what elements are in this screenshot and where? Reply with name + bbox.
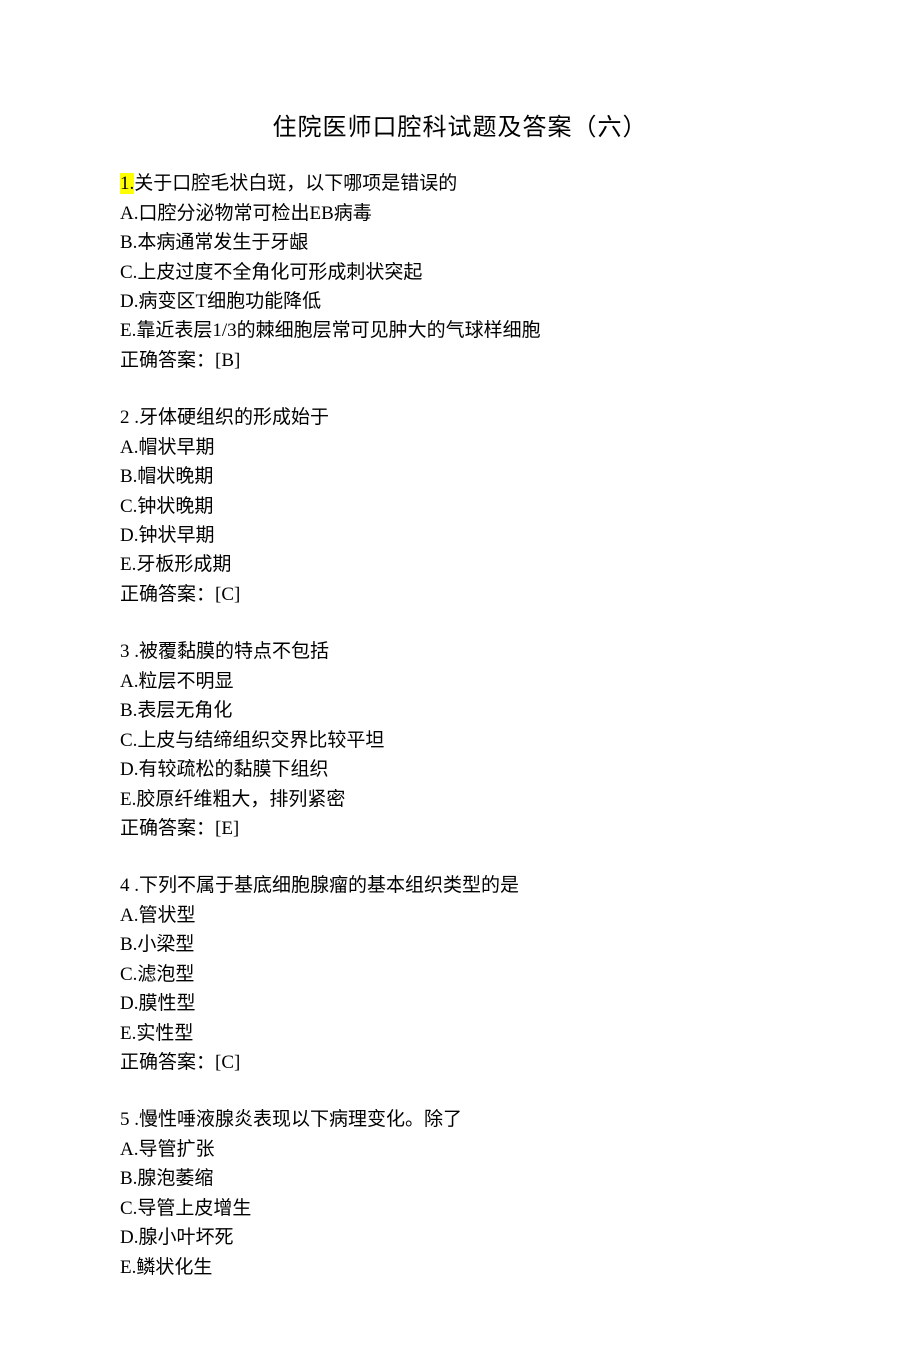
question-stem: 2 .牙体硬组织的形成始于 <box>120 403 800 432</box>
question-block: 3 .被覆黏膜的特点不包括A.粒层不明显B.表层无角化C.上皮与结缔组织交界比较… <box>120 637 800 843</box>
question-option: A.导管扩张 <box>120 1135 800 1164</box>
question-block: 1.关于口腔毛状白斑，以下哪项是错误的A.口腔分泌物常可检出EB病毒B.本病通常… <box>120 169 800 375</box>
question-option: D.病变区T细胞功能降低 <box>120 287 800 316</box>
question-stem-text: 慢性唾液腺炎表现以下病理变化。除了 <box>139 1109 462 1130</box>
question-option: B.帽状晚期 <box>120 462 800 491</box>
question-stem-text: 下列不属于基底细胞腺瘤的基本组织类型的是 <box>139 875 519 896</box>
question-stem-text: 关于口腔毛状白斑，以下哪项是错误的 <box>134 173 457 194</box>
question-option: C.钟状晚期 <box>120 492 800 521</box>
question-list: 1.关于口腔毛状白斑，以下哪项是错误的A.口腔分泌物常可检出EB病毒B.本病通常… <box>120 169 800 1282</box>
question-answer: 正确答案：[C] <box>120 1048 800 1077</box>
question-stem: 4 .下列不属于基底细胞腺瘤的基本组织类型的是 <box>120 871 800 900</box>
question-stem-text: 牙体硬组织的形成始于 <box>139 407 329 428</box>
question-stem: 5 .慢性唾液腺炎表现以下病理变化。除了 <box>120 1105 800 1134</box>
question-answer: 正确答案：[B] <box>120 346 800 375</box>
question-option: D.腺小叶坏死 <box>120 1223 800 1252</box>
question-option: A.粒层不明显 <box>120 667 800 696</box>
question-block: 2 .牙体硬组织的形成始于A.帽状早期B.帽状晚期C.钟状晚期D.钟状早期E.牙… <box>120 403 800 609</box>
question-answer: 正确答案：[C] <box>120 580 800 609</box>
question-number: 3 . <box>120 641 139 662</box>
question-option: B.小梁型 <box>120 930 800 959</box>
question-option: C.上皮过度不全角化可形成刺状突起 <box>120 258 800 287</box>
question-option: E.鳞状化生 <box>120 1253 800 1282</box>
question-option: E.胶原纤维粗大，排列紧密 <box>120 785 800 814</box>
question-option: D.膜性型 <box>120 989 800 1018</box>
question-stem-text: 被覆黏膜的特点不包括 <box>139 641 329 662</box>
question-option: A.管状型 <box>120 901 800 930</box>
question-stem: 3 .被覆黏膜的特点不包括 <box>120 637 800 666</box>
question-option: E.靠近表层1/3的棘细胞层常可见肿大的气球样细胞 <box>120 316 800 345</box>
question-block: 5 .慢性唾液腺炎表现以下病理变化。除了A.导管扩张B.腺泡萎缩C.导管上皮增生… <box>120 1105 800 1282</box>
question-number: 2 . <box>120 407 139 428</box>
document-page: 住院医师口腔科试题及答案（六） 1.关于口腔毛状白斑，以下哪项是错误的A.口腔分… <box>0 0 920 1370</box>
question-option: A.帽状早期 <box>120 433 800 462</box>
question-option: A.口腔分泌物常可检出EB病毒 <box>120 199 800 228</box>
question-number: 4 . <box>120 875 139 896</box>
question-option: B.表层无角化 <box>120 696 800 725</box>
question-option: E.实性型 <box>120 1019 800 1048</box>
question-option: C.滤泡型 <box>120 960 800 989</box>
question-stem: 1.关于口腔毛状白斑，以下哪项是错误的 <box>120 169 800 198</box>
question-option: C.导管上皮增生 <box>120 1194 800 1223</box>
question-option: B.腺泡萎缩 <box>120 1164 800 1193</box>
page-title: 住院医师口腔科试题及答案（六） <box>120 110 800 147</box>
question-option: D.有较疏松的黏膜下组织 <box>120 755 800 784</box>
question-option: E.牙板形成期 <box>120 550 800 579</box>
question-number: 1. <box>120 173 134 194</box>
question-number: 5 . <box>120 1109 139 1130</box>
question-option: B.本病通常发生于牙龈 <box>120 228 800 257</box>
question-block: 4 .下列不属于基底细胞腺瘤的基本组织类型的是A.管状型B.小梁型C.滤泡型D.… <box>120 871 800 1077</box>
question-option: C.上皮与结缔组织交界比较平坦 <box>120 726 800 755</box>
question-answer: 正确答案：[E] <box>120 814 800 843</box>
question-option: D.钟状早期 <box>120 521 800 550</box>
